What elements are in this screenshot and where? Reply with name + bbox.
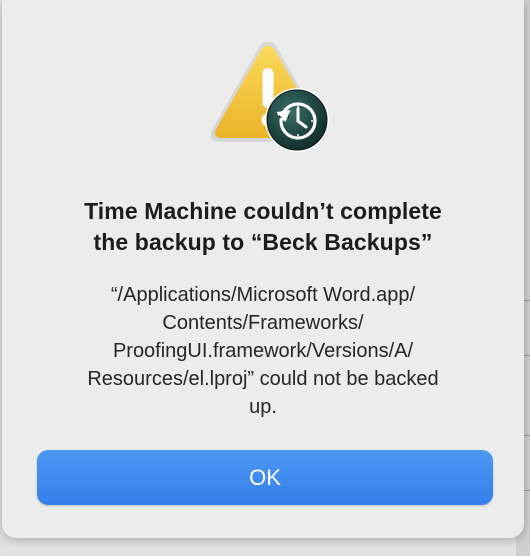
alert-title-line: the backup to “Beck Backups”	[93, 229, 433, 255]
alert-message-line: ProofingUI.framework/Versions/A/	[112, 340, 414, 362]
time-machine-badge-icon	[265, 88, 329, 152]
alert-message: “/Applications/Microsoft Word.app/ Conte…	[32, 281, 494, 421]
time-machine-warning-icon	[206, 38, 330, 154]
ok-button[interactable]: OK	[37, 450, 493, 505]
alert-message-line: “/Applications/Microsoft Word.app/	[110, 284, 416, 306]
alert-message-line: Contents/Frameworks/	[162, 312, 364, 334]
alert-message-line: up.	[249, 396, 277, 418]
alert-title-line: Time Machine couldn’t complete	[84, 198, 442, 224]
caution-icon	[210, 42, 329, 152]
alert-title: Time Machine couldn’t complete the backu…	[22, 196, 504, 258]
alert-message-line: Resources/el.lproj” could not be backed	[87, 368, 439, 390]
alert-dialog: Time Machine couldn’t complete the backu…	[2, 0, 524, 538]
